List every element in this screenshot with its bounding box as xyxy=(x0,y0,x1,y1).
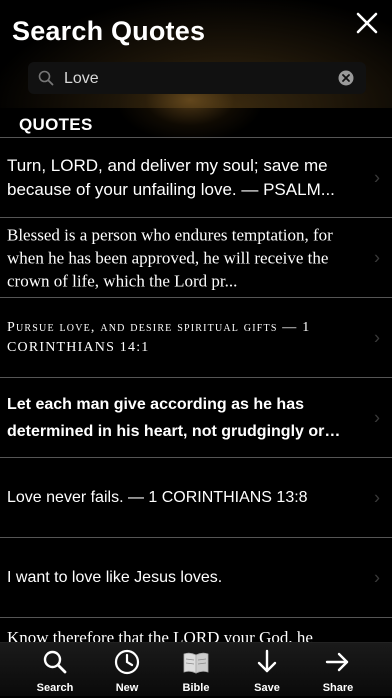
search-icon xyxy=(43,650,67,674)
quotes-list: Turn, LORD, and deliver my soul; save me… xyxy=(0,138,392,698)
chevron-right-icon: › xyxy=(374,407,380,427)
toolbar-search-button[interactable]: Search xyxy=(25,643,85,697)
search-bar[interactable] xyxy=(28,62,366,96)
download-arrow-icon xyxy=(257,649,277,673)
book-icon xyxy=(183,652,209,674)
toolbar-save-button[interactable]: Save xyxy=(237,643,297,697)
quote-text: Let each man give according as he has de… xyxy=(7,395,325,440)
chevron-right-icon: › xyxy=(374,327,380,347)
quote-text: Pursue love, and desire spiritual gifts … xyxy=(7,319,311,355)
toolbar-save-label: Save xyxy=(254,682,280,694)
quotes-section-header: QUOTES xyxy=(0,108,392,138)
toolbar-share-label: Share xyxy=(322,682,354,694)
toolbar-search-label: Search xyxy=(36,682,74,694)
toolbar-bible-button[interactable]: Bible xyxy=(166,643,226,697)
list-item[interactable]: I want to love like Jesus loves. › xyxy=(0,538,392,618)
clear-icon[interactable] xyxy=(338,70,354,86)
search-icon xyxy=(38,70,54,86)
toolbar-new-button[interactable]: New xyxy=(97,643,157,697)
toolbar-bible-label: Bible xyxy=(182,682,210,694)
share-arrow-icon xyxy=(325,652,349,672)
quote-text: Blessed is a person who endures temptati… xyxy=(7,225,333,290)
toolbar-share-button[interactable]: Share xyxy=(308,643,368,697)
list-item[interactable]: Turn, LORD, and deliver my soul; save me… xyxy=(0,138,392,218)
search-input[interactable] xyxy=(62,62,326,96)
bottom-toolbar: Search New Bible Save Share xyxy=(0,642,392,696)
section-title: QUOTES xyxy=(19,115,93,134)
list-item[interactable]: Blessed is a person who endures temptati… xyxy=(0,218,392,298)
close-button[interactable] xyxy=(354,10,380,36)
list-item[interactable]: Pursue love, and desire spiritual gifts … xyxy=(0,298,392,378)
quote-text: Turn, LORD, and deliver my soul; save me… xyxy=(7,155,335,199)
page-title: Search Quotes xyxy=(12,16,206,46)
chevron-right-icon: › xyxy=(374,567,380,587)
quote-text: I want to love like Jesus loves. xyxy=(7,568,223,586)
quote-text: Love never fails. — 1 CORINTHIANS 13:8 xyxy=(7,488,308,506)
toolbar-new-label: New xyxy=(115,682,139,694)
list-item[interactable]: Let each man give according as he has de… xyxy=(0,378,392,458)
chevron-right-icon: › xyxy=(374,487,380,507)
close-icon xyxy=(356,12,378,34)
chevron-right-icon: › xyxy=(374,247,380,267)
list-item[interactable]: Love never fails. — 1 CORINTHIANS 13:8 › xyxy=(0,458,392,538)
clock-icon xyxy=(114,649,140,675)
header: Search Quotes xyxy=(0,0,392,140)
chevron-right-icon: › xyxy=(374,167,380,187)
